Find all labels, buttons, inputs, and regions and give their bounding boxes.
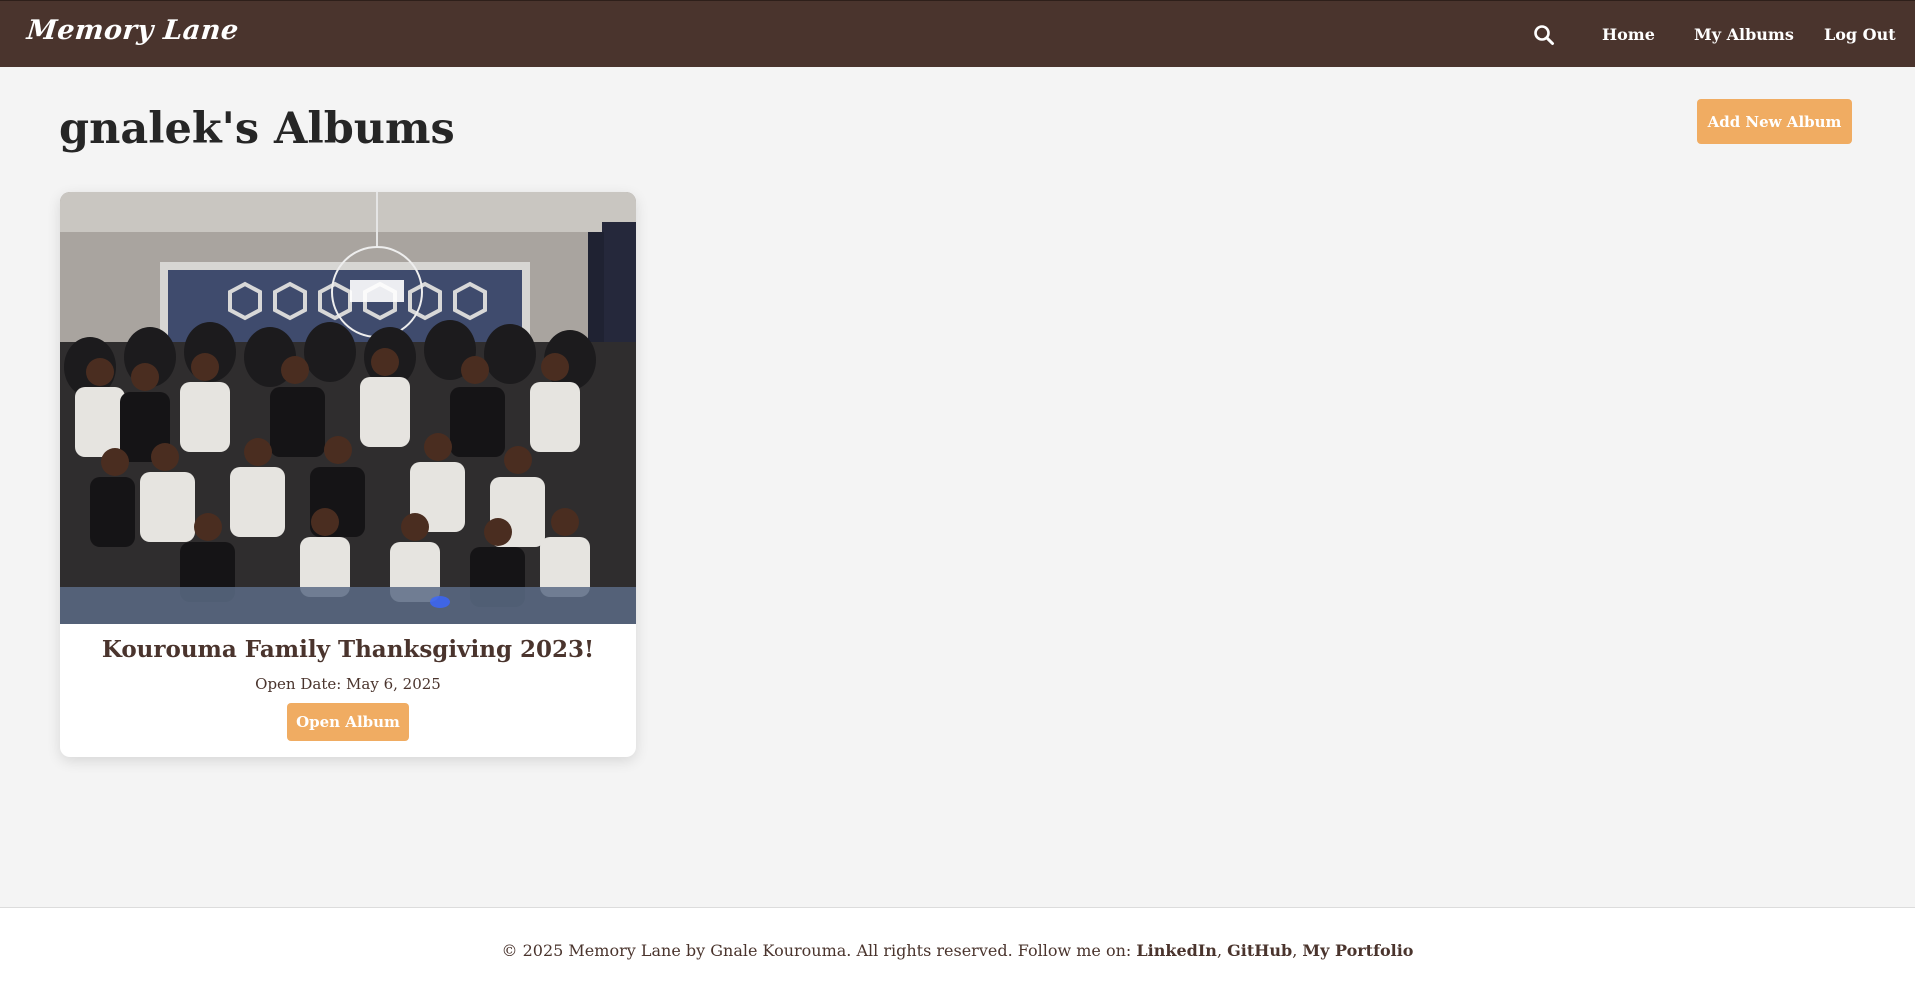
nav-logout-link[interactable]: Log Out [1824, 25, 1896, 44]
nav-home-link[interactable]: Home [1602, 25, 1655, 44]
album-cover-photo[interactable] [60, 192, 636, 624]
footer-portfolio-link[interactable]: My Portfolio [1302, 941, 1413, 960]
footer-github-link[interactable]: GitHub [1227, 941, 1292, 960]
footer-linkedin-link[interactable]: LinkedIn [1136, 941, 1217, 960]
album-open-date: Open Date: May 6, 2025 [255, 675, 441, 693]
page-footer: © 2025 Memory Lane by Gnale Kourouma. Al… [0, 907, 1915, 992]
footer-separator: , [1216, 941, 1223, 960]
top-navbar: Memory Lane Home My Albums Log Out [0, 0, 1915, 67]
footer-separator: , [1292, 941, 1298, 960]
open-album-button[interactable]: Open Album [287, 703, 409, 741]
search-icon[interactable] [1532, 23, 1556, 47]
nav-my-albums-link[interactable]: My Albums [1694, 25, 1794, 44]
footer-copyright: © 2025 Memory Lane by Gnale Kourouma. Al… [501, 941, 1132, 960]
album-card [60, 192, 636, 757]
add-new-album-button[interactable]: Add New Album [1697, 99, 1852, 144]
page-title: gnalek's Albums [59, 104, 455, 154]
brand-logo[interactable]: Memory Lane [25, 15, 240, 46]
footer-text: © 2025 Memory Lane by Gnale Kourouma. Al… [0, 941, 1915, 960]
album-title: Kourouma Family Thanksgiving 2023! [101, 636, 595, 663]
